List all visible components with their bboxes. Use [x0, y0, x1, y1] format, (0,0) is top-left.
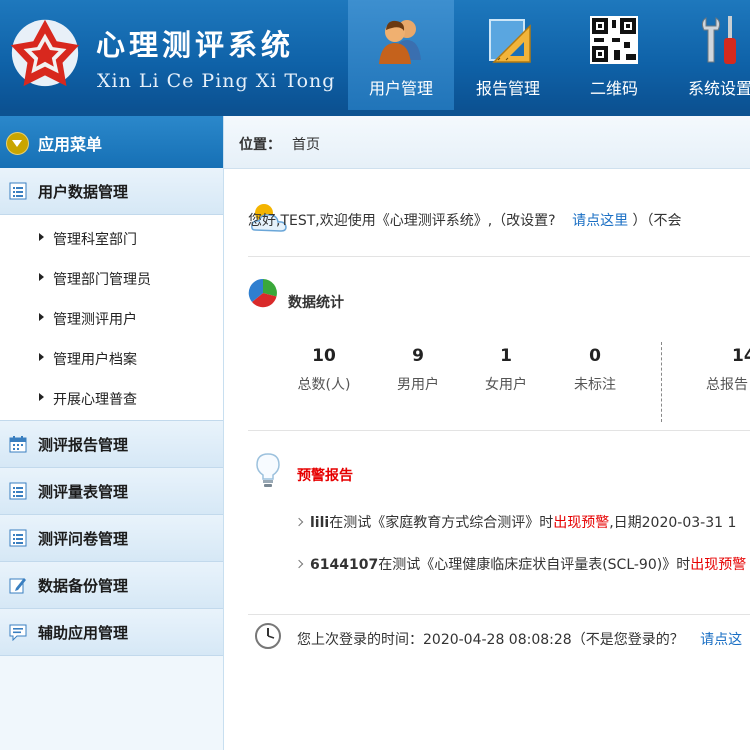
nav-user-management[interactable]: 用户管理 — [348, 0, 454, 116]
app-title: 心理测评系统 — [96, 28, 295, 62]
nav-report-management[interactable]: 报告管理 — [455, 0, 561, 116]
report-login-link[interactable]: 请点这 — [700, 632, 742, 648]
sidebar-item-label: 管理用户档案 — [53, 352, 137, 368]
stat-value: 14 — [732, 346, 750, 366]
warning-test: 在测试《家庭教育方式综合测评》时 — [329, 515, 554, 531]
stats-divider — [661, 342, 662, 422]
warning-date: ,日期2020-03-31 1 — [609, 515, 737, 531]
sidebar-item-label: 管理测评用户 — [53, 312, 137, 328]
list-icon — [9, 482, 27, 500]
last-login-text: 您上次登录的时间：2020-04-28 08:08:28（不是您登录的？ — [297, 632, 684, 648]
stat-value: 0 — [589, 346, 601, 366]
clock-icon — [255, 623, 281, 649]
warning-alert: 出现预警 — [690, 557, 747, 573]
stat-label: 女用户 — [485, 377, 527, 393]
sidebar-title: 应用菜单 — [38, 135, 103, 154]
stat-female: 1 女用户 — [476, 346, 536, 394]
sidebar-group-label: 测评量表管理 — [38, 483, 129, 501]
warning-alert: 出现预警 — [553, 515, 610, 531]
stat-value: 9 — [412, 346, 424, 366]
stat-male: 9 男用户 — [388, 346, 448, 394]
sidebar-submenu: 管理科室部门 管理部门管理员 管理测评用户 管理用户档案 开展心理普查 — [0, 215, 223, 421]
breadcrumb-current[interactable]: 首页 — [292, 134, 320, 154]
app-subtitle: Xin Li Ce Ping Xi Tong — [97, 70, 336, 92]
sidebar-group-reports[interactable]: 测评报告管理 — [0, 421, 223, 468]
warning-user: lili — [310, 515, 330, 531]
calendar-icon — [9, 436, 27, 453]
sidebar-group-label: 数据备份管理 — [38, 577, 129, 595]
stats-title: 数据统计 — [288, 295, 344, 311]
caret-right-icon — [39, 353, 44, 361]
sidebar-item-label: 管理科室部门 — [53, 232, 137, 248]
sidebar-group-backup[interactable]: 数据备份管理 — [0, 562, 223, 609]
nav-label: 用户管理 — [368, 79, 433, 98]
chat-icon — [9, 624, 27, 641]
list-icon — [9, 529, 27, 547]
qrcode-icon — [590, 16, 638, 64]
sidebar-group-scales[interactable]: 测评量表管理 — [0, 468, 223, 515]
divider — [248, 430, 750, 431]
sidebar-group-auxiliary[interactable]: 辅助应用管理 — [0, 609, 223, 656]
stat-total: 10 总数(人) — [294, 346, 354, 394]
settings-link[interactable]: 请点这里 — [572, 213, 628, 229]
stat-label: 总数(人) — [297, 377, 351, 393]
stat-label: 总报告 — [706, 377, 748, 393]
sidebar-item-dept-admins[interactable]: 管理部门管理员 — [0, 258, 223, 298]
edit-icon — [9, 578, 26, 594]
sidebar-group-label: 测评问卷管理 — [38, 530, 129, 548]
nav-label: 二维码 — [589, 79, 638, 98]
sidebar-item-user-files[interactable]: 管理用户档案 — [0, 338, 223, 378]
stat-label: 未标注 — [574, 377, 616, 393]
nav-system-settings[interactable]: 系统设置 — [667, 0, 750, 116]
sidebar-item-label: 开展心理普查 — [53, 392, 137, 408]
chevron-down-icon — [6, 132, 29, 155]
logo-icon — [10, 19, 80, 87]
chevron-right-icon — [294, 517, 304, 527]
sidebar-group-user-data[interactable]: 用户数据管理 — [0, 168, 223, 215]
breadcrumb: 位置： 首页 — [224, 116, 750, 169]
breadcrumb-label: 位置： — [239, 137, 281, 153]
sidebar-group-label: 测评报告管理 — [38, 436, 129, 454]
welcome-suffix: ）（不会 — [632, 213, 682, 229]
divider — [248, 614, 750, 615]
stat-unmarked: 0 未标注 — [565, 346, 625, 394]
users-icon — [379, 20, 421, 64]
sidebar-group-questionnaires[interactable]: 测评问卷管理 — [0, 515, 223, 562]
stat-label: 男用户 — [397, 377, 439, 393]
stat-total-reports: 14 总报告 — [700, 346, 750, 394]
sidebar-item-label: 管理部门管理员 — [53, 272, 151, 288]
welcome-text: 您好,TEST,欢迎使用《心理测评系统》,（改设置? — [248, 213, 556, 229]
ruler-triangle-icon — [489, 19, 531, 63]
last-login-info: 您上次登录的时间：2020-04-28 08:08:28（不是您登录的？ 请点这 — [297, 629, 742, 649]
nav-qrcode[interactable]: 二维码 — [561, 0, 667, 116]
sidebar-item-survey[interactable]: 开展心理普查 — [0, 378, 223, 418]
lightbulb-icon — [256, 453, 280, 487]
sidebar-header[interactable]: 应用菜单 — [0, 116, 223, 168]
stat-value: 10 — [312, 346, 336, 366]
sidebar-group-label: 用户数据管理 — [38, 183, 129, 201]
caret-right-icon — [39, 313, 44, 321]
sidebar-item-departments[interactable]: 管理科室部门 — [0, 218, 223, 258]
warnings-title: 预警报告 — [297, 468, 353, 484]
divider — [248, 256, 750, 257]
warning-item[interactable]: 6144107在测试《心理健康临床症状自评量表(SCL-90)》时出现预警 — [294, 554, 747, 574]
tools-icon — [701, 16, 736, 64]
sidebar: 应用菜单 用户数据管理 管理科室部门 管理部门管理员 管理测评用户 管理用户档案… — [0, 116, 224, 750]
list-icon — [9, 182, 27, 200]
warning-test: 在测试《心理健康临床症状自评量表(SCL-90)》时 — [378, 557, 691, 573]
sidebar-group-label: 辅助应用管理 — [38, 624, 129, 642]
sidebar-item-test-users[interactable]: 管理测评用户 — [0, 298, 223, 338]
welcome-message: 您好,TEST,欢迎使用《心理测评系统》,（改设置? 请点这里 ）（不会 — [248, 210, 682, 230]
caret-right-icon — [39, 233, 44, 241]
pie-chart-icon — [248, 278, 277, 308]
nav-label: 报告管理 — [475, 79, 540, 98]
app-header: 心理测评系统 Xin Li Ce Ping Xi Tong 用户管理 报告管理 … — [0, 0, 750, 116]
caret-right-icon — [39, 273, 44, 281]
warning-user: 6144107 — [310, 557, 379, 573]
chevron-right-icon — [294, 559, 304, 569]
stat-value: 1 — [500, 346, 512, 366]
caret-right-icon — [39, 393, 44, 401]
nav-label: 系统设置 — [687, 79, 750, 98]
warning-item[interactable]: lili在测试《家庭教育方式综合测评》时出现预警,日期2020-03-31 1 — [294, 512, 737, 532]
